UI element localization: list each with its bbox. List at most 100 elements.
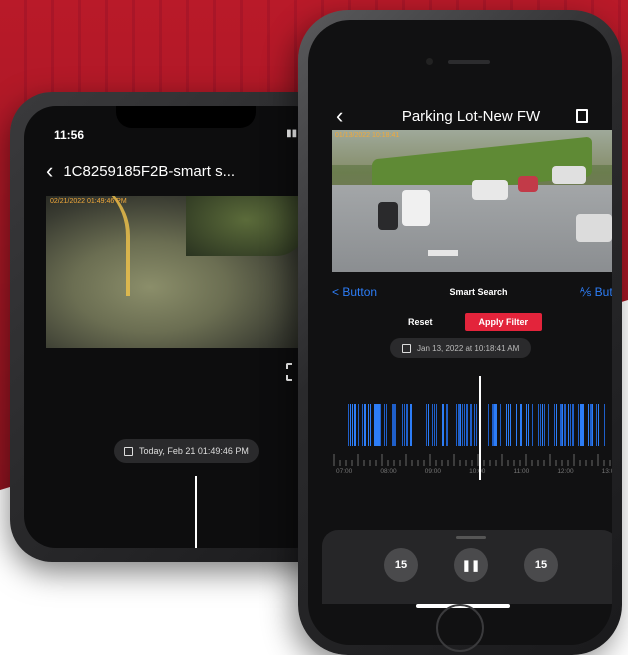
playback-controls: 15 ❚❚ 15	[322, 530, 612, 604]
event-bar	[564, 404, 566, 446]
timeline-cursor[interactable]	[195, 476, 197, 548]
event-bar	[598, 404, 599, 446]
tick-label: 08:00	[380, 468, 397, 475]
event-bar	[464, 404, 465, 446]
reset-button[interactable]: Reset	[408, 317, 433, 327]
event-bar	[362, 404, 363, 446]
event-bar	[540, 404, 541, 446]
event-bar	[592, 404, 593, 446]
event-bar	[596, 404, 597, 446]
event-bar	[500, 404, 501, 446]
car	[378, 202, 398, 230]
event-bar	[406, 404, 408, 446]
event-bar	[386, 404, 387, 446]
event-bar	[580, 404, 582, 446]
event-bar	[508, 404, 509, 446]
event-bar	[432, 404, 433, 446]
back-phone-screen: 11:56 ▮▮ ◔ ‹ 1C8259185F2B-smart s... 02/…	[24, 106, 326, 548]
event-bar	[368, 404, 369, 446]
pause-button[interactable]: ❚❚	[454, 548, 488, 582]
event-bar	[538, 404, 539, 446]
event-bar	[588, 404, 589, 446]
toolbar-right-button[interactable]: ⅍ Buttc	[580, 285, 612, 299]
front-header: ‹ Parking Lot-New FW	[336, 103, 588, 129]
rail	[46, 196, 130, 296]
rewind-icon: 15	[394, 559, 408, 571]
event-bar	[532, 404, 533, 446]
event-bar	[348, 404, 349, 446]
filter-row: Reset Apply Filter	[408, 313, 543, 331]
event-bar	[446, 404, 448, 446]
event-bar	[354, 404, 356, 446]
event-bar	[604, 404, 605, 446]
timeline[interactable]: 07:00 08:00 09:00 10:00 11:00 12:00 13:0…	[332, 376, 612, 486]
pause-icon: ❚❚	[461, 559, 481, 572]
drag-handle[interactable]	[456, 536, 486, 539]
tick-label: 12:00	[557, 468, 574, 475]
tick-labels: 07:00 08:00 09:00 10:00 11:00 12:00 13:0…	[332, 468, 612, 478]
camera-video[interactable]: 01/13/2022 10:18:41	[332, 130, 612, 272]
event-bar	[572, 404, 574, 446]
notch	[116, 106, 256, 128]
video-timestamp: 01/13/2022 10:18:41	[335, 132, 400, 139]
event-bar	[510, 404, 511, 446]
event-bar	[590, 404, 592, 446]
tick-label: 09:00	[424, 468, 441, 475]
date-pill-text: Jan 13, 2022 at 10:18:41 AM	[417, 343, 520, 353]
event-bar	[506, 404, 507, 446]
camera-video[interactable]: 02/21/2022 01:49:46 PM	[46, 196, 306, 348]
event-bar	[402, 404, 403, 446]
back-chevron-icon[interactable]: ‹	[336, 103, 366, 129]
event-bar	[384, 404, 385, 446]
event-bar	[458, 404, 460, 446]
event-bar	[528, 404, 529, 446]
event-bar	[392, 404, 394, 446]
event-bar	[496, 404, 497, 446]
toolbar-left-button[interactable]: < Button	[332, 285, 377, 299]
event-bar	[350, 404, 351, 446]
event-bar	[582, 404, 584, 446]
video-timestamp: 02/21/2022 01:49:46 PM	[50, 198, 127, 205]
event-bar	[394, 404, 396, 446]
timeline-cursor[interactable]	[479, 376, 481, 480]
event-bar	[544, 404, 545, 446]
event-bar	[488, 404, 489, 446]
car	[576, 214, 612, 242]
forward-15-button[interactable]: 15	[524, 548, 558, 582]
event-bar	[494, 404, 496, 446]
front-phone-screen: ‹ Parking Lot-New FW 01/13/2022 10:18:41…	[308, 20, 612, 645]
event-bar	[520, 404, 522, 446]
tick-label: 07:00	[336, 468, 353, 475]
event-bar	[374, 404, 376, 446]
event-bar	[378, 404, 380, 446]
search-toolbar: < Button Smart Search ⅍ Buttc	[332, 282, 612, 302]
camera-icon	[426, 58, 433, 65]
event-bar	[460, 404, 461, 446]
event-bar	[492, 404, 494, 446]
car	[518, 176, 538, 192]
toolbar-title: Smart Search	[449, 287, 508, 297]
rewind-15-button[interactable]: 15	[384, 548, 418, 582]
event-bar	[556, 404, 557, 446]
event-bar	[526, 404, 527, 446]
bookmark-icon[interactable]	[576, 109, 588, 123]
date-pill[interactable]: Today, Feb 21 01:49:46 PM	[114, 439, 259, 463]
event-bar	[560, 404, 562, 446]
header-title: Parking Lot-New FW	[401, 107, 541, 125]
lane-arrow	[428, 250, 458, 256]
event-bar	[470, 404, 472, 446]
timeline-ticks	[333, 454, 611, 466]
car	[552, 166, 586, 184]
apply-filter-button[interactable]: Apply Filter	[464, 313, 543, 331]
status-time: 11:56	[54, 128, 85, 142]
back-chevron-icon[interactable]: ‹	[46, 160, 53, 182]
date-pill[interactable]: Jan 13, 2022 at 10:18:41 AM	[390, 338, 532, 358]
tick-label: 13:00	[601, 468, 612, 475]
event-bar	[436, 404, 437, 446]
grass	[186, 196, 306, 256]
calendar-icon	[402, 343, 411, 353]
event-bars	[348, 404, 608, 446]
event-bar	[376, 404, 378, 446]
home-button[interactable]	[436, 604, 484, 652]
event-bar	[516, 404, 517, 446]
